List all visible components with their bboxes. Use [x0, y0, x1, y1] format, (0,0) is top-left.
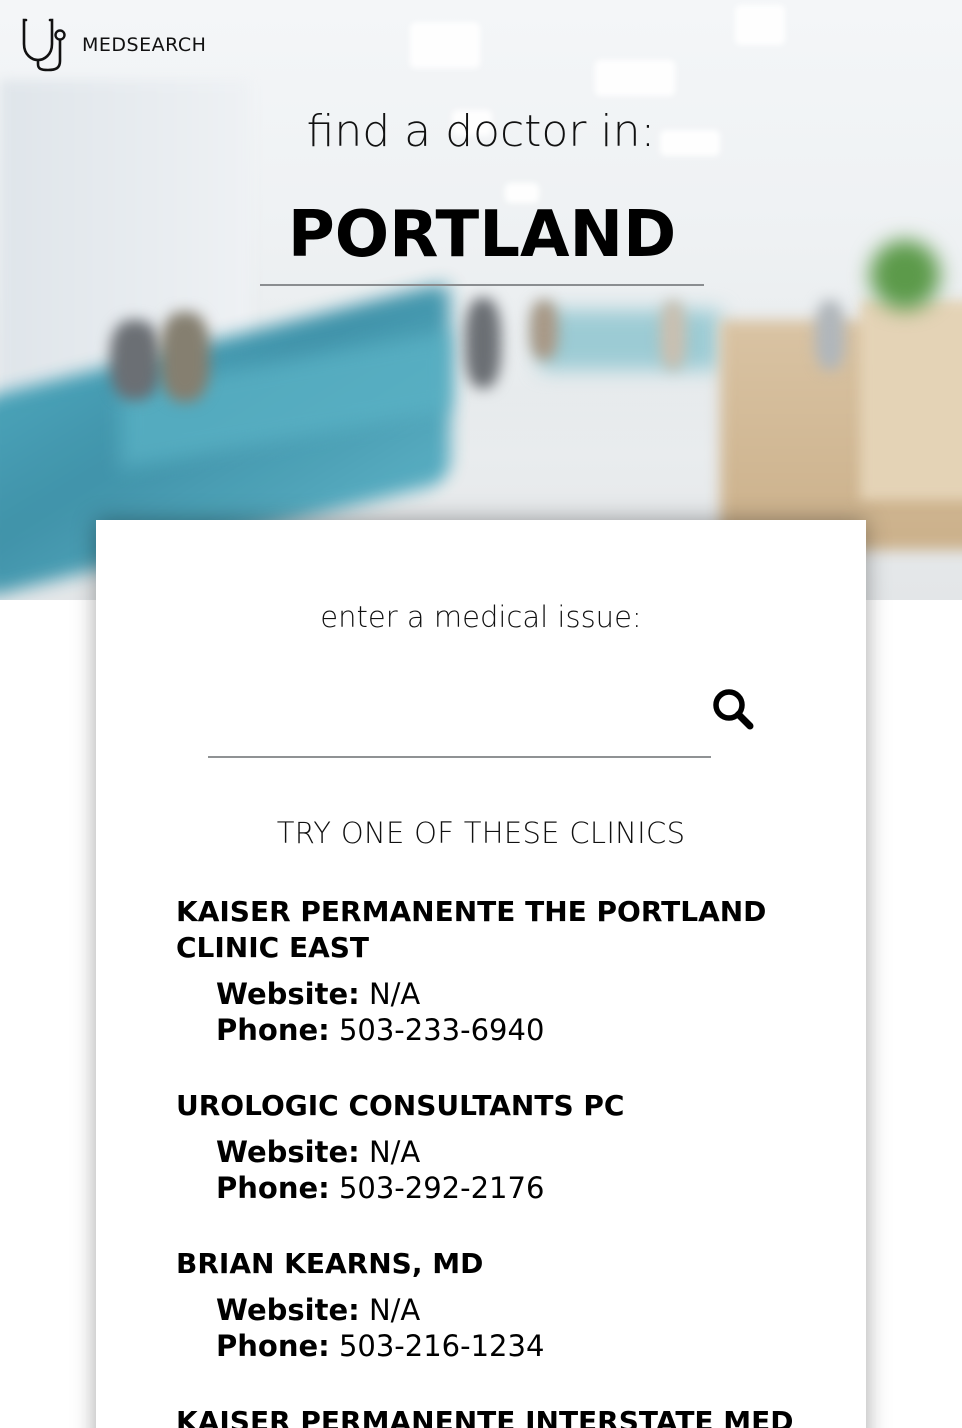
website-value: N/A: [368, 1135, 421, 1169]
brand-name: MEDSEARCH: [82, 34, 207, 56]
clinic-name[interactable]: UROLOGIC CONSULTANTS PC: [176, 1088, 816, 1124]
clinic-website: Website: N/A: [216, 1134, 816, 1170]
phone-label: Phone:: [216, 1171, 330, 1205]
phone-value[interactable]: 503-292-2176: [339, 1171, 544, 1205]
clinics-heading: TRY ONE OF THESE CLINICS: [276, 816, 686, 850]
clinic-website: Website: N/A: [216, 976, 816, 1012]
medical-issue-input[interactable]: [208, 680, 723, 754]
hero-background-image: [0, 0, 962, 600]
clinic-name[interactable]: BRIAN KEARNS, MD: [176, 1246, 816, 1282]
city-field: [260, 190, 704, 286]
clinic-item: UROLOGIC CONSULTANTS PC Website: N/A Pho…: [176, 1088, 816, 1206]
search-icon: [710, 686, 756, 737]
clinic-item: BRIAN KEARNS, MD Website: N/A Phone: 503…: [176, 1246, 816, 1364]
website-value: N/A: [368, 977, 421, 1011]
website-label: Website:: [216, 1293, 360, 1327]
website-value: N/A: [368, 1293, 421, 1327]
phone-value[interactable]: 503-216-1234: [339, 1329, 544, 1363]
page: MEDSEARCH find a doctor in: enter a medi…: [0, 0, 962, 1428]
search-button[interactable]: [708, 686, 758, 736]
clinic-phone: Phone: 503-216-1234: [216, 1328, 816, 1364]
hero-tagline: find a doctor in:: [306, 106, 656, 157]
website-label: Website:: [216, 977, 360, 1011]
clinic-name[interactable]: KAISER PERMANENTE INTERSTATE MED: [176, 1404, 866, 1428]
clinic-item: KAISER PERMANENTE THE PORTLAND CLINIC EA…: [176, 894, 816, 1048]
city-input[interactable]: [260, 190, 704, 280]
medical-issue-label: enter a medical issue:: [320, 600, 642, 634]
phone-label: Phone:: [216, 1013, 330, 1047]
search-card: enter a medical issue: TRY ONE OF THESE …: [96, 520, 866, 1428]
medical-issue-field: [208, 680, 723, 758]
brand-logo[interactable]: MEDSEARCH: [20, 18, 206, 72]
clinic-website: Website: N/A: [216, 1292, 816, 1328]
phone-label: Phone:: [216, 1329, 330, 1363]
website-label: Website:: [216, 1135, 360, 1169]
clinic-phone: Phone: 503-233-6940: [216, 1012, 816, 1048]
phone-value[interactable]: 503-233-6940: [339, 1013, 544, 1047]
clinic-name[interactable]: KAISER PERMANENTE THE PORTLAND CLINIC EA…: [176, 894, 816, 966]
stethoscope-icon: [20, 18, 70, 72]
clinic-item: KAISER PERMANENTE INTERSTATE MED: [176, 1404, 866, 1428]
clinic-phone: Phone: 503-292-2176: [216, 1170, 816, 1206]
